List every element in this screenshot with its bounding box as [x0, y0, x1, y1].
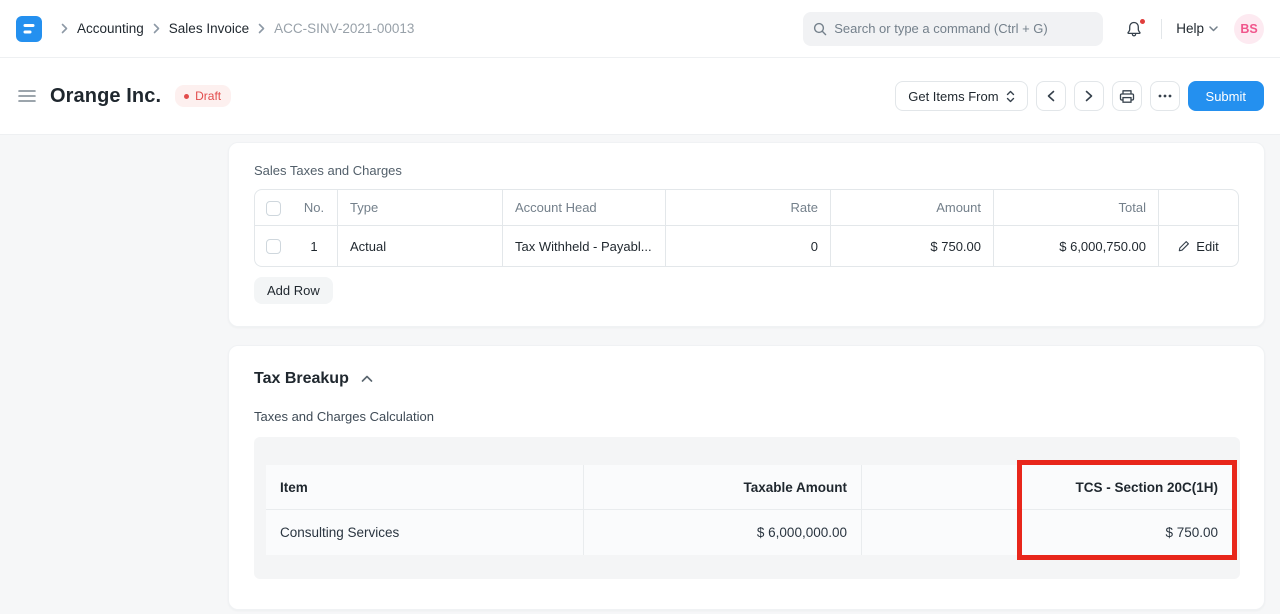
tb-header-tcs-section: TCS - Section 20C(1H) [1022, 465, 1232, 510]
user-avatar[interactable]: BS [1234, 14, 1264, 44]
breadcrumb-sales-invoice[interactable]: Sales Invoice [169, 21, 249, 36]
select-updown-icon [1006, 90, 1015, 103]
row-rate-cell[interactable]: 0 [666, 226, 831, 267]
top-navbar: Accounting Sales Invoice ACC-SINV-2021-0… [0, 0, 1280, 58]
row-amount-cell[interactable]: $ 750.00 [831, 226, 994, 267]
printer-icon [1119, 89, 1135, 104]
tax-breakup-table: Item Taxable Amount TCS - Section 20C(1H… [266, 465, 1232, 555]
page-head: Orange Inc. Draft Get Items From [0, 58, 1280, 135]
edit-row-button[interactable]: Edit [1171, 239, 1226, 254]
get-items-from-label: Get Items From [908, 89, 998, 104]
menu-icon [18, 89, 36, 103]
erpnext-logo[interactable] [16, 16, 42, 42]
tb-header-item: Item [266, 465, 584, 510]
status-dot [184, 94, 189, 99]
col-header-total: Total [994, 189, 1159, 226]
breadcrumb-accounting[interactable]: Accounting [77, 21, 144, 36]
pencil-icon [1178, 240, 1190, 252]
chevron-up-icon [361, 375, 373, 383]
notifications-button[interactable] [1121, 16, 1147, 42]
chevron-right-icon [1085, 90, 1093, 102]
tb-cell-item: Consulting Services [266, 510, 584, 555]
global-search[interactable] [803, 12, 1103, 46]
ellipsis-icon [1158, 94, 1172, 98]
breadcrumb-document-id: ACC-SINV-2021-00013 [274, 21, 414, 36]
tax-calculation-label: Taxes and Charges Calculation [254, 409, 1239, 424]
row-checkbox[interactable] [266, 239, 281, 254]
next-document-button[interactable] [1074, 81, 1104, 111]
status-badge: Draft [175, 85, 231, 107]
tb-header-empty [862, 465, 1022, 510]
sales-taxes-section-label: Sales Taxes and Charges [254, 163, 1239, 178]
col-header-amount: Amount [831, 189, 994, 226]
submit-button[interactable]: Submit [1188, 81, 1264, 111]
menu-more-button[interactable] [1150, 81, 1180, 111]
get-items-from-button[interactable]: Get Items From [895, 81, 1027, 111]
previous-document-button[interactable] [1036, 81, 1066, 111]
tax-breakup-section-toggle[interactable]: Tax Breakup [254, 370, 1239, 388]
status-label: Draft [195, 89, 221, 103]
chevron-right-icon [61, 23, 68, 34]
taxes-grid-header-row: No. Type Account Head Rate Amount Total [254, 189, 1239, 226]
search-icon [813, 22, 827, 36]
avatar-initials: BS [1240, 22, 1257, 36]
tb-header-taxable-amount: Taxable Amount [584, 465, 862, 510]
add-row-button[interactable]: Add Row [254, 277, 333, 304]
chevron-down-icon [1209, 26, 1218, 32]
row-number-cell[interactable]: 1 [291, 226, 338, 267]
col-header-rate: Rate [666, 189, 831, 226]
main-content: Sales Taxes and Charges No. Type Account… [0, 135, 1280, 610]
tax-calculation-container: Item Taxable Amount TCS - Section 20C(1H… [254, 437, 1240, 579]
row-type-cell[interactable]: Actual [338, 226, 503, 267]
row-total-cell[interactable]: $ 6,000,750.00 [994, 226, 1159, 267]
tb-cell-taxable-amount: $ 6,000,000.00 [584, 510, 862, 555]
select-all-checkbox[interactable] [266, 201, 281, 216]
row-select-cell [254, 226, 291, 267]
page-title: Orange Inc. [50, 85, 161, 108]
navbar-divider [1161, 19, 1162, 39]
search-input[interactable] [834, 21, 1093, 36]
tb-cell-tcs-value: $ 750.00 [1022, 510, 1232, 555]
col-header-account-head: Account Head [503, 189, 666, 226]
chevron-left-icon [1047, 90, 1055, 102]
select-all-cell [254, 189, 291, 226]
tb-cell-empty [862, 510, 1022, 555]
help-label: Help [1176, 21, 1204, 36]
help-menu[interactable]: Help [1176, 21, 1218, 36]
col-header-type: Type [338, 189, 503, 226]
edit-label: Edit [1196, 239, 1218, 254]
chevron-right-icon [258, 23, 265, 34]
taxes-grid-row: 1 Actual Tax Withheld - Payabl... 0 $ 75… [254, 226, 1239, 267]
tax-breakup-card: Tax Breakup Taxes and Charges Calculatio… [228, 345, 1265, 610]
row-edit-cell: Edit [1159, 226, 1239, 267]
erpnext-logo-glyph [21, 21, 37, 37]
breadcrumb: Accounting Sales Invoice ACC-SINV-2021-0… [52, 21, 414, 36]
sales-taxes-card: Sales Taxes and Charges No. Type Account… [228, 142, 1265, 327]
chevron-right-icon [153, 23, 160, 34]
tax-breakup-title: Tax Breakup [254, 370, 349, 388]
row-account-head-cell[interactable]: Tax Withheld - Payabl... [503, 226, 666, 267]
col-header-edit [1159, 189, 1239, 226]
print-button[interactable] [1112, 81, 1142, 111]
taxes-grid-table: No. Type Account Head Rate Amount Total … [254, 189, 1239, 267]
navbar-right: Help BS [1121, 14, 1264, 44]
col-header-no: No. [291, 189, 338, 226]
notification-dot [1139, 18, 1146, 25]
sidebar-toggle-button[interactable] [16, 85, 38, 107]
page-actions: Get Items From [895, 81, 1264, 111]
